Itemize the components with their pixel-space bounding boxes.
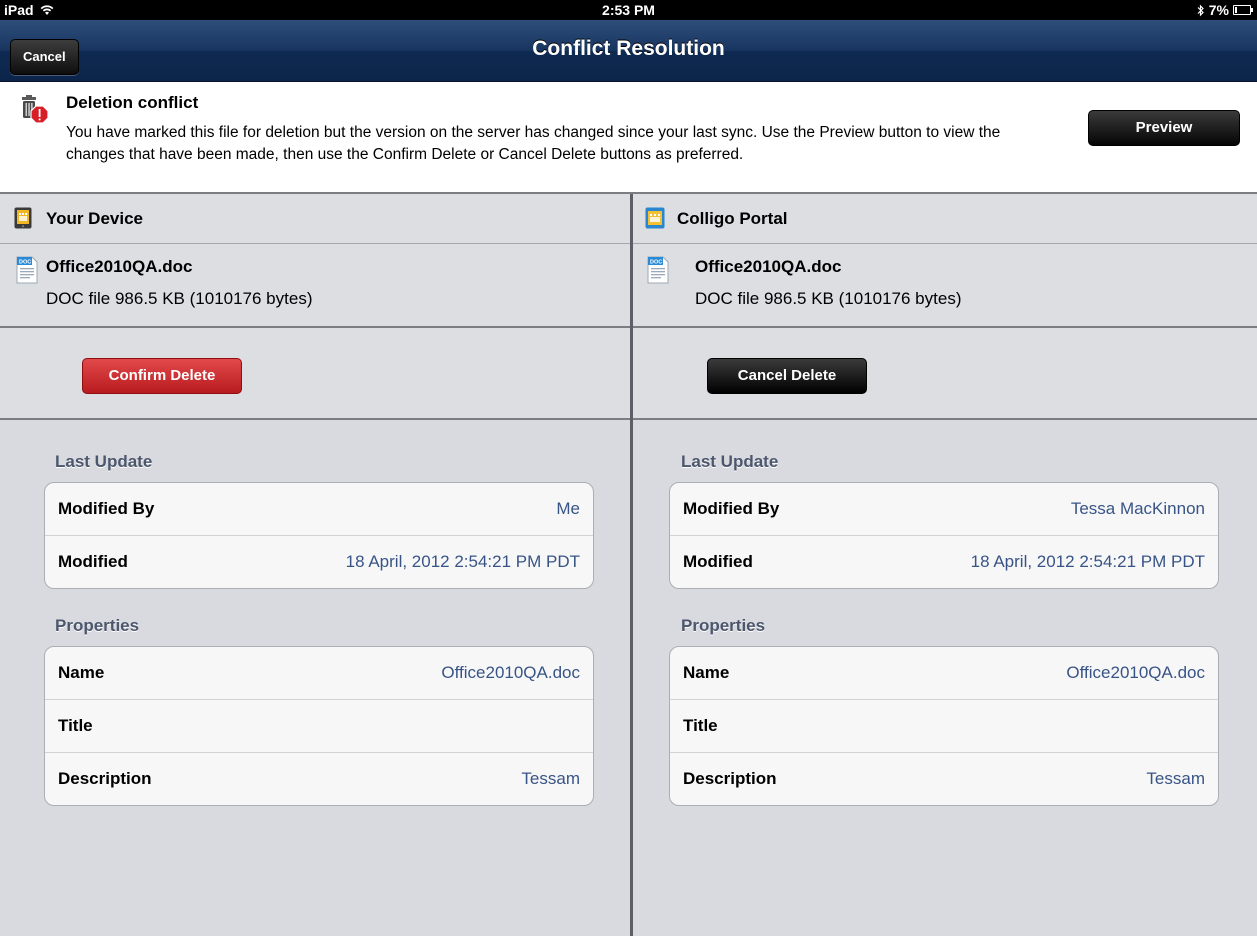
source-header: Your Device bbox=[0, 194, 630, 244]
portal-icon bbox=[645, 207, 665, 234]
section-title-last-update: Last Update bbox=[55, 452, 153, 471]
doc-file-icon: DOC bbox=[16, 256, 38, 289]
section-title-last-update: Last Update bbox=[681, 452, 779, 471]
doc-file-icon: DOC bbox=[647, 256, 669, 289]
file-name: Office2010QA.doc bbox=[695, 257, 842, 276]
list-item: Title bbox=[45, 700, 593, 753]
bluetooth-icon bbox=[1197, 4, 1204, 16]
ipad-device-icon bbox=[14, 207, 32, 234]
file-info: DOC Office2010QA.doc DOC file 986.5 KB (… bbox=[0, 244, 630, 328]
field-value: Me bbox=[556, 499, 580, 518]
list-item: Description Tessam bbox=[45, 753, 593, 805]
field-key: Modified By bbox=[683, 499, 780, 518]
field-value: Tessam bbox=[521, 769, 580, 788]
field-value: 18 April, 2012 2:54:21 PM PDT bbox=[345, 552, 580, 571]
action-row: Confirm Delete bbox=[0, 328, 630, 420]
delete-conflict-icon bbox=[16, 92, 50, 131]
list-item: Name Office2010QA.doc bbox=[670, 647, 1218, 700]
source-label: Your Device bbox=[46, 209, 144, 228]
field-key: Description bbox=[58, 769, 152, 788]
navigation-bar: Cancel Conflict Resolution bbox=[0, 20, 1257, 82]
list-item: Title bbox=[670, 700, 1218, 753]
svg-text:DOC: DOC bbox=[650, 259, 662, 265]
source-header: Colligo Portal bbox=[633, 194, 1257, 244]
server-version-column: Colligo Portal DOC Office2010QA.doc DOC … bbox=[633, 194, 1257, 936]
section-title-properties: Properties bbox=[681, 616, 766, 635]
conflict-message: You have marked this file for deletion b… bbox=[66, 124, 1001, 163]
field-value: 18 April, 2012 2:54:21 PM PDT bbox=[970, 552, 1205, 571]
list-item: Modified 18 April, 2012 2:54:21 PM PDT bbox=[670, 536, 1218, 588]
battery-icon bbox=[1233, 5, 1253, 15]
list-item: Modified By Tessa MacKinnon bbox=[670, 483, 1218, 536]
file-details: DOC file 986.5 KB (1010176 bytes) bbox=[46, 289, 313, 308]
field-value: Office2010QA.doc bbox=[441, 663, 580, 682]
page-title: Conflict Resolution bbox=[532, 37, 725, 60]
field-key: Name bbox=[58, 663, 105, 682]
source-label: Colligo Portal bbox=[677, 209, 788, 228]
properties-group: Name Office2010QA.doc Title Description … bbox=[44, 646, 594, 806]
file-name: Office2010QA.doc bbox=[46, 257, 193, 276]
cancel-delete-button[interactable]: Cancel Delete bbox=[707, 358, 867, 394]
conflict-banner: Deletion conflict You have marked this f… bbox=[0, 82, 1257, 194]
field-key: Name bbox=[683, 663, 730, 682]
field-value: Tessa MacKinnon bbox=[1070, 499, 1205, 518]
details-panel: Last Update Modified By Me Modified 18 A… bbox=[0, 420, 630, 936]
file-info: DOC Office2010QA.doc DOC file 986.5 KB (… bbox=[633, 244, 1257, 328]
status-right: 7% bbox=[1197, 2, 1253, 18]
status-time: 2:53 PM bbox=[602, 2, 655, 18]
field-value: Tessam bbox=[1146, 769, 1205, 788]
local-version-column: Your Device DOC Office2010QA.doc DOC fil… bbox=[0, 194, 630, 936]
action-row: Cancel Delete bbox=[633, 328, 1257, 420]
battery-percent: 7% bbox=[1208, 2, 1229, 18]
conflict-heading: Deletion conflict bbox=[66, 93, 199, 112]
field-key: Modified bbox=[683, 552, 753, 571]
details-panel: Last Update Modified By Tessa MacKinnon … bbox=[633, 420, 1257, 936]
section-title-properties: Properties bbox=[55, 616, 140, 635]
field-key: Modified bbox=[58, 552, 128, 571]
list-item: Name Office2010QA.doc bbox=[45, 647, 593, 700]
field-key: Modified By bbox=[58, 499, 155, 518]
list-item: Description Tessam bbox=[670, 753, 1218, 805]
last-update-group: Modified By Me Modified 18 April, 2012 2… bbox=[44, 482, 594, 589]
list-item: Modified 18 April, 2012 2:54:21 PM PDT bbox=[45, 536, 593, 588]
properties-group: Name Office2010QA.doc Title Description … bbox=[669, 646, 1219, 806]
field-key: Title bbox=[58, 716, 93, 735]
list-item: Modified By Me bbox=[45, 483, 593, 536]
status-bar: iPad 2:53 PM 7% bbox=[0, 0, 1257, 20]
field-key: Title bbox=[683, 716, 718, 735]
last-update-group: Modified By Tessa MacKinnon Modified 18 … bbox=[669, 482, 1219, 589]
field-key: Description bbox=[683, 769, 777, 788]
svg-text:DOC: DOC bbox=[19, 259, 31, 265]
preview-button[interactable]: Preview bbox=[1088, 110, 1240, 146]
confirm-delete-button[interactable]: Confirm Delete bbox=[82, 358, 242, 394]
file-details: DOC file 986.5 KB (1010176 bytes) bbox=[695, 289, 962, 308]
field-value: Office2010QA.doc bbox=[1066, 663, 1205, 682]
